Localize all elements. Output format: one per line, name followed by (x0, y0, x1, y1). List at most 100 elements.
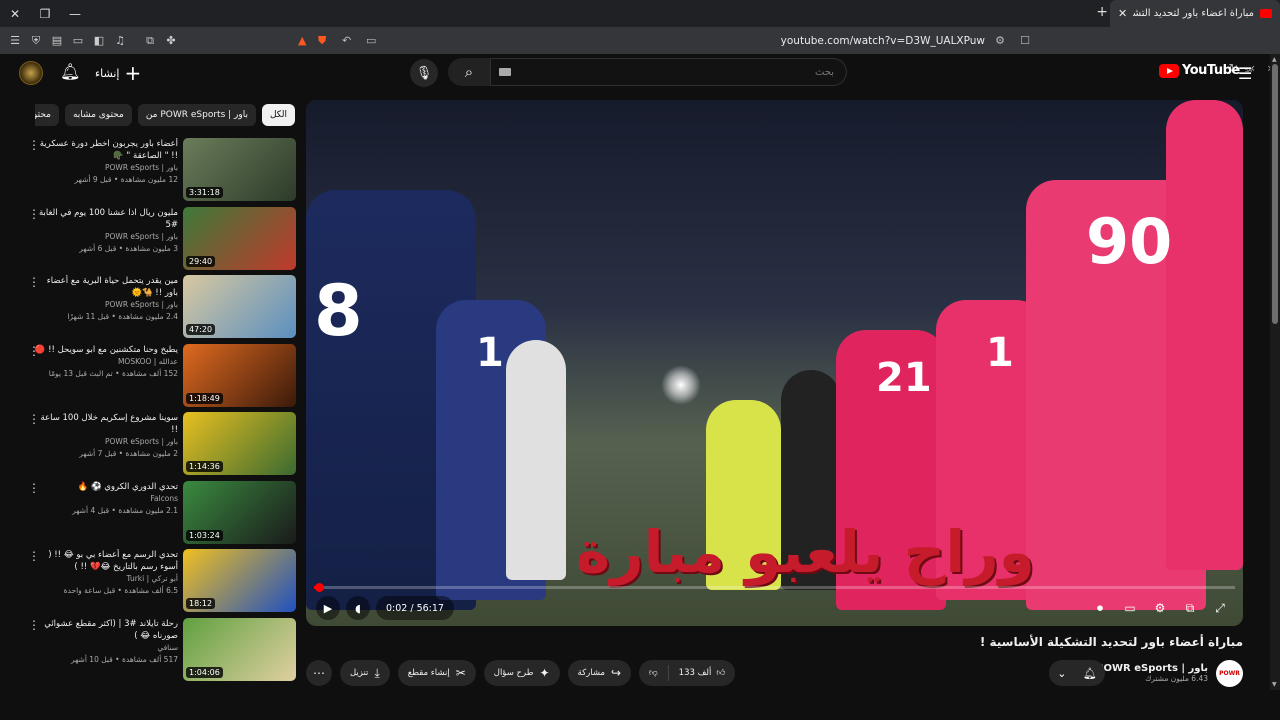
music-icon[interactable]: ♫ (110, 31, 130, 51)
browser-tab-active[interactable]: مباراة أعضاء باور لتحديد التشكيلة !! ✕ (1110, 0, 1280, 27)
chip-0[interactable]: الكل (261, 104, 295, 126)
autoplay-toggle-icon[interactable]: ⏺ (1087, 597, 1113, 619)
search-input[interactable] (491, 59, 846, 85)
video-thumbnail[interactable]: 1:18:49 (183, 343, 296, 407)
recommendation-channel[interactable]: عدالله | MOSKOO (33, 356, 178, 368)
keyboard-icon[interactable] (499, 68, 511, 76)
scroll-down-icon[interactable]: ▼ (1272, 681, 1277, 688)
recommendation-channel[interactable]: Falcons (33, 493, 178, 505)
video-thumbnail[interactable]: 1:14:36 (183, 412, 296, 475)
search-button[interactable]: ⌕ (448, 58, 490, 86)
video-thumbnail[interactable]: 1:04:06 (183, 617, 296, 681)
close-tab-icon[interactable]: ✕ (1118, 7, 1127, 20)
video-thumbnail[interactable]: 29:40 (183, 206, 296, 270)
clip-button[interactable]: إنشاء مقطع ✂ (397, 660, 476, 686)
recommendation-title[interactable]: تحدي الرسم مع أعضاء بي بو 😂 !! ( أسوء رس… (33, 549, 178, 573)
picture-in-picture-icon[interactable]: ⧉ (140, 31, 160, 51)
recommendation-item[interactable]: 29:40 مليون ريال اذا عشنا 100 يوم في الغا… (20, 206, 296, 276)
like-button[interactable]: 133 ألف 👍︎ (669, 660, 736, 686)
new-tab-icon[interactable]: + (1096, 4, 1108, 20)
sidebar-menu-icon[interactable]: ☰ (5, 31, 25, 51)
recommendation-item[interactable]: 1:18:49 يطبخ وحنا متكشنين مع ابو سويحل !!… (20, 343, 296, 413)
minimize-window-icon[interactable]: — (60, 0, 90, 27)
recommendation-channel[interactable]: باور | POWR eSports (33, 231, 178, 243)
more-options-icon[interactable]: ⋮ (28, 481, 40, 495)
recommendation-title[interactable]: تحدي الدوري الكروي ⚽️ 🔥 (33, 481, 178, 493)
download-button[interactable]: تنزيل ⤓ (340, 660, 390, 686)
more-options-icon[interactable]: ⋮ (28, 344, 40, 358)
volume-button[interactable]: ◖ (346, 596, 370, 620)
more-options-icon[interactable]: ⋮ (28, 275, 40, 289)
video-thumbnail[interactable]: 1:03:24 (183, 480, 296, 544)
dislike-button[interactable]: 👎︎ (639, 660, 668, 686)
video-player[interactable]: 8 1 90 21 1 وراح يلعبو مبارة ▶ ◖ 0:02 / … (306, 100, 1243, 626)
guide-menu-icon[interactable]: ☰ (1238, 64, 1252, 83)
recommendation-item[interactable]: 18:12 تحدي الرسم مع أعضاء بي بو 😂 !! ( أس… (20, 549, 296, 618)
progress-scrubber[interactable] (314, 583, 324, 592)
recommendation-item[interactable]: 1:14:36 سوينا مشروع إسكريم خلال 100 ساعة … (20, 412, 296, 481)
more-actions-button[interactable]: ⋯ (306, 660, 332, 686)
chip-1[interactable]: من POWR eSports | باور (137, 104, 256, 126)
recommendation-title[interactable]: رحلة تايلاند #3 | (اكثر مقطع عشوائي صورن… (33, 618, 178, 642)
search-field[interactable] (490, 58, 847, 86)
notifications-bell-icon[interactable]: 🔔︎ (60, 62, 80, 81)
chip-2[interactable]: محتوى مشابه (64, 104, 132, 126)
page-scrollbar[interactable]: ▲ ▼ (1270, 54, 1280, 690)
chip-3[interactable]: محتو (35, 104, 59, 126)
more-options-icon[interactable]: ⋮ (28, 412, 40, 426)
play-button[interactable]: ▶ (316, 596, 340, 620)
recommendation-title[interactable]: يطبخ وحنا متكشنين مع ابو سويحل !! 🔴 (33, 344, 178, 356)
recommendation-channel[interactable]: باور | POWR eSports (33, 162, 178, 174)
recommendation-meta: رحلة تايلاند #3 | (اكثر مقطع عشوائي صورن… (33, 618, 178, 666)
channel-name[interactable]: باور | POWR eSports (1096, 663, 1208, 674)
recommendation-channel[interactable]: سنافي (33, 642, 178, 654)
brave-shields-icon[interactable]: ⛊ (318, 34, 326, 48)
subscription-button[interactable]: ⌄ 🔔︎ (1049, 660, 1105, 686)
account-avatar[interactable] (19, 61, 43, 85)
reader-icon[interactable]: ▤ (47, 31, 67, 51)
maximize-window-icon[interactable]: ❐ (30, 0, 60, 27)
share-button[interactable]: مشاركة ↪ (567, 660, 632, 686)
brave-rewards-icon[interactable]: ▲ (298, 34, 306, 47)
recommendation-item[interactable]: 1:03:24 تحدي الدوري الكروي ⚽️ 🔥 Falcons 2.1… (20, 480, 296, 550)
cast-icon[interactable]: ▭ (366, 34, 376, 47)
video-thumbnail[interactable]: 18:12 (183, 549, 296, 612)
recommendation-channel[interactable]: أبو تركي | Turki (33, 573, 179, 585)
channel-avatar[interactable]: POWR (1216, 659, 1243, 687)
extensions-icon[interactable]: ✤ (161, 31, 181, 51)
scroll-up-icon[interactable]: ▲ (1272, 56, 1277, 63)
more-options-icon[interactable]: ⋮ (28, 618, 40, 632)
close-window-icon[interactable]: ✕ (0, 0, 30, 27)
recommendation-channel[interactable]: باور | POWR eSports (33, 436, 178, 448)
site-settings-icon[interactable]: ⚙ (995, 34, 1005, 47)
video-thumbnail[interactable]: 47:20 (183, 275, 296, 338)
recommendation-item[interactable]: 1:04:06 رحلة تايلاند #3 | (اكثر مقطع عشوا… (20, 617, 296, 687)
bookmark-icon[interactable]: ☐ (1020, 34, 1030, 47)
shield-icon[interactable]: ⛨ (26, 31, 46, 51)
video-thumbnail[interactable]: 3:31:18 (183, 138, 296, 201)
scrollbar-thumb[interactable] (1272, 64, 1278, 324)
miniplayer-icon[interactable]: ⧉ (1177, 597, 1203, 619)
voice-search-mic-icon[interactable]: 🎙︎ (410, 59, 438, 87)
play-icon: ▶ (323, 601, 333, 615)
more-options-icon[interactable]: ⋮ (28, 138, 40, 152)
more-options-icon[interactable]: ⋮ (28, 207, 40, 221)
recommendation-title[interactable]: مين يقدر يتحمل حياة البرية مع أعضاء باور… (33, 275, 178, 299)
more-options-icon[interactable]: ⋮ (28, 549, 40, 563)
settings-gear-icon[interactable]: ⚙ (1147, 597, 1173, 619)
progress-bar[interactable] (314, 583, 1235, 592)
sidebar-toggle-icon[interactable]: ◧ (89, 31, 109, 51)
subtitles-icon[interactable]: ▭ (1117, 597, 1143, 619)
recommendation-title[interactable]: مليون ريال اذا عشنا 100 يوم في الغابة #5 (33, 207, 178, 231)
recommendation-title[interactable]: سوينا مشروع إسكريم خلال 100 ساعة !! (33, 412, 178, 436)
ask-button[interactable]: طرح سؤال ✦ (483, 660, 560, 686)
recommendation-item[interactable]: 47:20 مين يقدر يتحمل حياة البرية مع أعضاء… (20, 275, 296, 344)
create-button[interactable]: إنشاء + (95, 61, 141, 85)
address-bar[interactable]: ▲ ⛊ ↶ ▭ youtube.com/watch?v=D3W_UALXPuw … (290, 30, 1040, 51)
recommendation-item[interactable]: 3:31:18 أعضاء باور يجربون اخطر دورة عسكري… (20, 138, 296, 207)
recommendation-channel[interactable]: باور | POWR eSports (33, 299, 178, 311)
fullscreen-icon[interactable]: ⤢ (1207, 597, 1233, 619)
recommendation-title[interactable]: أعضاء باور يجربون اخطر دورة عسكرية !! " … (33, 138, 178, 162)
wallet-icon[interactable]: ▭ (68, 31, 88, 51)
undo-icon[interactable]: ↶ (342, 34, 351, 47)
